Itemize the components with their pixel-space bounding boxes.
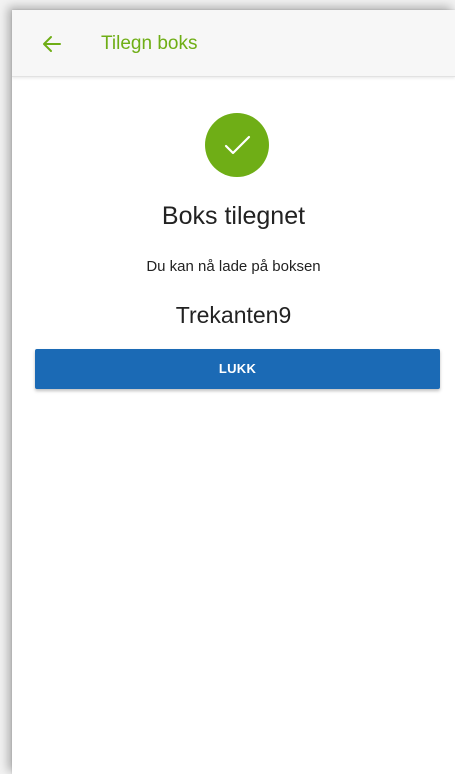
checkmark-circle-icon [205,113,269,177]
back-button[interactable] [40,32,64,56]
confirmation-message: Du kan nå lade på boksen [146,258,321,275]
box-name: Trekanten9 [175,302,292,328]
page-title: Tilegn boks [101,33,198,54]
app-screen: Tilegn boks Boks tilegnet Du kan nå lade… [12,10,455,774]
arrow-left-icon [40,36,64,60]
confirmation-heading: Boks tilegnet [161,202,306,230]
app-bar: Tilegn boks [12,10,455,77]
close-button[interactable]: LUKK [35,349,440,389]
